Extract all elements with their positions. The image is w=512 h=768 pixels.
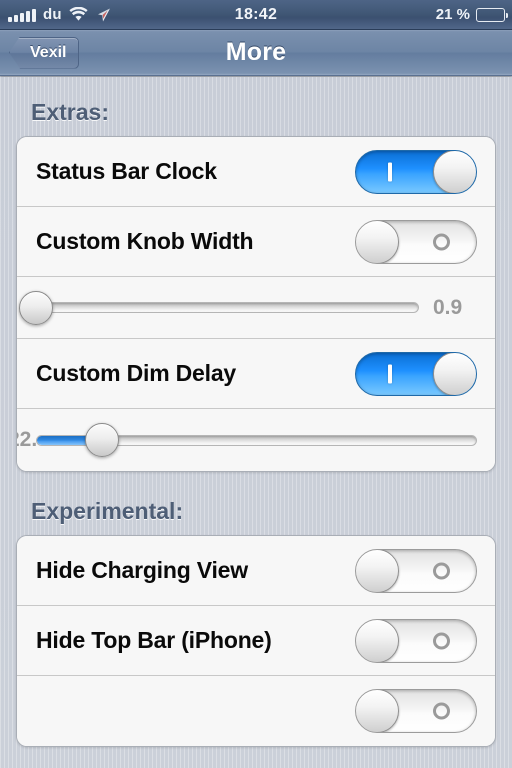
navigation-bar: Vexil More	[0, 30, 512, 76]
wifi-icon	[69, 6, 88, 22]
switch-knob[interactable]	[433, 150, 476, 193]
settings-group: Status Bar Clock Custom Knob Width 0.9 Cust…	[16, 136, 496, 472]
switch-off-mark-icon	[433, 632, 450, 649]
row-label: Custom Knob Width	[36, 228, 254, 254]
switch-off-mark-icon	[433, 702, 450, 720]
section-header: Experimental:	[31, 498, 184, 524]
settings-row[interactable]: Hide Charging View	[17, 536, 495, 606]
battery-percent-label: 21 %	[435, 6, 470, 23]
settings-row[interactable]	[17, 676, 495, 746]
back-button[interactable]: Vexil	[9, 36, 80, 69]
slider-value-label: 0.9	[433, 295, 463, 319]
toggle-switch[interactable]	[355, 351, 477, 396]
toggle-switch[interactable]	[355, 548, 477, 593]
toggle-switch[interactable]	[355, 689, 477, 733]
settings-row[interactable]: Hide Top Bar (iPhone)	[17, 606, 495, 676]
status-bar-left: du	[0, 6, 112, 23]
switch-knob[interactable]	[356, 549, 399, 592]
slider-value-label: 22.	[17, 428, 38, 451]
slider-row[interactable]: 0.9	[17, 277, 495, 339]
battery-icon	[476, 7, 508, 22]
switch-knob[interactable]	[356, 690, 399, 732]
toggle-switch[interactable]	[355, 618, 477, 663]
switch-on-mark-icon	[388, 364, 392, 383]
status-bar-right: 21 %	[435, 6, 508, 23]
section-header: Extras:	[31, 99, 109, 125]
switch-knob[interactable]	[356, 619, 399, 662]
toggle-switch[interactable]	[355, 219, 477, 264]
switch-off-mark-icon	[433, 233, 450, 250]
slider-thumb[interactable]	[85, 423, 120, 457]
carrier-label: du	[43, 6, 62, 23]
switch-on-mark-icon	[388, 162, 392, 181]
row-label: Status Bar Clock	[36, 158, 217, 184]
slider-row[interactable]: 22.	[17, 409, 495, 471]
back-button-label: Vexil	[30, 43, 67, 61]
switch-off-mark-icon	[433, 562, 450, 579]
switch-knob[interactable]	[356, 220, 399, 263]
settings-row[interactable]: Custom Dim Delay	[17, 339, 495, 409]
settings-content: Extras: Status Bar Clock Custom Knob Width…	[0, 77, 512, 768]
slider[interactable]	[19, 290, 419, 325]
slider[interactable]	[36, 423, 477, 457]
settings-group: Hide Charging View Hide Top Bar (iPhone)	[16, 535, 496, 747]
switch-knob[interactable]	[433, 352, 476, 395]
settings-row[interactable]: Custom Knob Width	[17, 207, 495, 277]
row-label: Custom Dim Delay	[36, 360, 237, 386]
slider-track[interactable]	[36, 302, 419, 313]
signal-bars-icon	[8, 8, 36, 22]
toggle-switch[interactable]	[355, 149, 477, 194]
settings-row[interactable]: Status Bar Clock	[17, 137, 495, 207]
location-arrow-icon	[97, 7, 112, 23]
row-label: Hide Charging View	[36, 557, 248, 583]
slider-thumb[interactable]	[19, 290, 53, 325]
sections-container: Extras: Status Bar Clock Custom Knob Width…	[0, 77, 512, 747]
status-bar: du 18:42 21 %	[0, 0, 512, 30]
row-label: Hide Top Bar (iPhone)	[36, 627, 272, 653]
